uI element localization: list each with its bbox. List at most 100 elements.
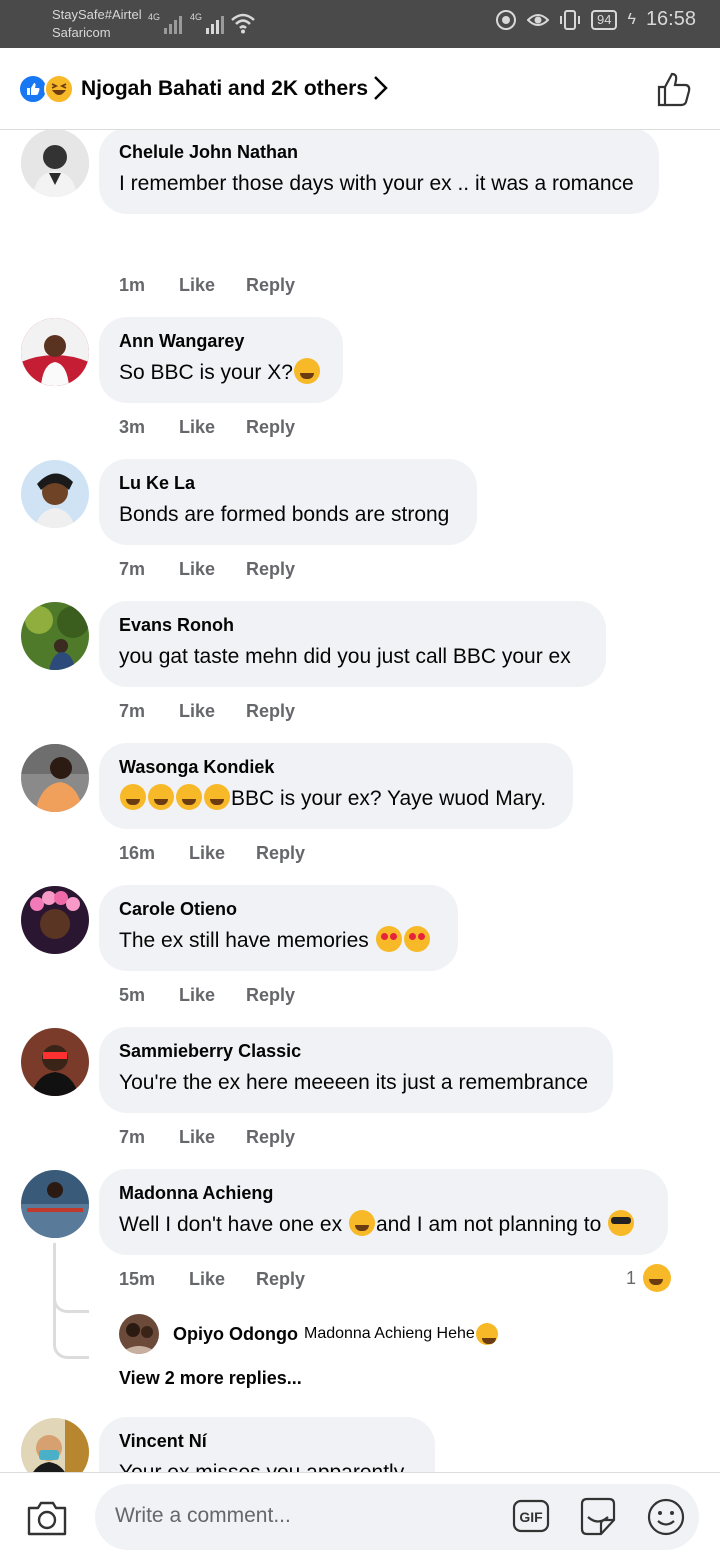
haha-reaction-icon xyxy=(643,1264,671,1292)
comment-author[interactable]: Vincent Ní xyxy=(119,1429,415,1453)
comment-bubble[interactable]: Lu Ke La Bonds are formed bonds are stro… xyxy=(99,459,477,545)
signal-2-icon: 4G xyxy=(190,12,225,34)
comment-input-placeholder[interactable]: Write a comment... xyxy=(115,1504,291,1528)
reaction-count[interactable]: 1 xyxy=(626,1264,672,1292)
comment-actions: 7m Like Reply xyxy=(119,1125,295,1149)
comments-sheet: Njogah Bahati and 2K others Chelule John… xyxy=(0,48,720,1560)
comment-time: 15m xyxy=(119,1269,156,1289)
rolling-laughing-emoji-icon xyxy=(120,784,146,810)
network-type-2: 4G xyxy=(190,12,203,22)
comment-time: 5m xyxy=(119,985,146,1005)
comment-bubble[interactable]: Evans Ronoh you gat taste mehn did you j… xyxy=(99,601,606,687)
reply-button[interactable]: Reply xyxy=(246,415,295,439)
view-more-replies-link[interactable]: View 2 more replies... xyxy=(119,1368,302,1389)
haha-reaction-icon xyxy=(44,74,74,104)
camera-icon[interactable] xyxy=(26,1499,68,1537)
like-button[interactable]: Like xyxy=(179,273,246,297)
reply-author[interactable]: Opiyo Odongo xyxy=(173,1324,298,1345)
reply-button[interactable]: Reply xyxy=(246,557,295,581)
comment-composer: Write a comment... GIF xyxy=(0,1472,720,1560)
reply-button[interactable]: Reply xyxy=(256,1267,305,1291)
grinning-sweat-emoji-icon xyxy=(204,784,230,810)
comment-bubble[interactable]: Ann Wangarey So BBC is your X? xyxy=(99,317,343,403)
comment-author[interactable]: Ann Wangarey xyxy=(119,329,323,353)
reply-button[interactable]: Reply xyxy=(246,983,295,1007)
comment-author[interactable]: Wasonga Kondiek xyxy=(119,755,553,779)
comment-text: So BBC is your X? xyxy=(119,361,293,384)
like-button[interactable]: Like xyxy=(179,557,246,581)
sunglasses-emoji-icon xyxy=(608,1210,635,1236)
gif-label: GIF xyxy=(519,1509,543,1525)
emoji-picker-icon[interactable] xyxy=(645,1496,687,1538)
comment-text-continued: and I am not planning to xyxy=(375,1213,608,1236)
comment-text: The ex still have memories xyxy=(119,929,375,952)
vibrate-icon xyxy=(560,9,580,30)
comment-text: BBC is your ex? Yaye wuod Mary. xyxy=(231,787,547,810)
carrier-1: StaySafe#Airtel xyxy=(52,7,142,22)
winking-tongue-emoji-icon xyxy=(293,358,320,384)
comment-author[interactable]: Lu Ke La xyxy=(119,471,457,495)
comment-author[interactable]: Sammieberry Classic xyxy=(119,1039,593,1063)
chevron-right-icon[interactable] xyxy=(366,74,394,102)
sticker-icon[interactable] xyxy=(577,1496,619,1538)
reply-avatar[interactable] xyxy=(119,1314,159,1354)
rolling-laughing-emoji-icon xyxy=(148,784,174,810)
comment-text: Bonds are formed bonds are strong xyxy=(119,503,450,526)
avatar[interactable] xyxy=(21,1028,89,1096)
comment-author[interactable]: Chelule John Nathan xyxy=(119,140,639,164)
reply-button[interactable]: Reply xyxy=(246,273,295,297)
avatar[interactable] xyxy=(21,886,89,954)
avatar[interactable] xyxy=(21,1170,89,1238)
comment-text: you gat taste mehn did you just call BBC… xyxy=(119,645,571,668)
avatar[interactable] xyxy=(21,602,89,670)
like-button[interactable]: Like xyxy=(179,415,246,439)
comment-time: 7m xyxy=(119,701,146,721)
avatar[interactable] xyxy=(21,460,89,528)
like-button[interactable]: Like xyxy=(189,841,256,865)
avatar[interactable] xyxy=(21,744,89,812)
battery-level: 94 xyxy=(591,9,618,30)
like-button[interactable]: Like xyxy=(189,1267,256,1291)
clock: 16:58 xyxy=(645,8,696,30)
reply-item[interactable]: Opiyo Odongo Madonna Achieng Hehe xyxy=(119,1314,499,1354)
reply-button[interactable]: Reply xyxy=(256,841,305,865)
comment-bubble[interactable]: Madonna Achieng Well I don't have one ex… xyxy=(99,1169,668,1255)
avatar[interactable] xyxy=(21,318,89,386)
comment-actions: 3m Like Reply xyxy=(119,415,295,439)
reaction-count-value: 1 xyxy=(625,1267,636,1288)
avatar[interactable] xyxy=(21,129,89,197)
comment-author[interactable]: Carole Otieno xyxy=(119,897,438,921)
comment-bubble[interactable]: Sammieberry Classic You're the ex here m… xyxy=(99,1027,613,1113)
like-button[interactable]: Like xyxy=(179,699,246,723)
signal-1-icon: 4G xyxy=(148,12,183,34)
comment-text: You're the ex here meeeen its just a rem… xyxy=(119,1071,588,1094)
comment-bubble[interactable]: Carole Otieno The ex still have memories xyxy=(99,885,458,971)
comment-time: 7m xyxy=(119,1127,146,1147)
like-button[interactable]: Like xyxy=(179,983,246,1007)
reactors-summary[interactable]: Njogah Bahati and 2K others xyxy=(81,75,368,103)
comment-author[interactable]: Madonna Achieng xyxy=(119,1181,648,1205)
charging-icon: ϟ xyxy=(627,10,636,28)
smiling-emoji-icon xyxy=(475,1323,498,1345)
comment-time: 1m xyxy=(119,275,146,295)
comment-actions: 7m Like Reply xyxy=(119,699,295,723)
thread-line xyxy=(53,1243,89,1359)
gif-icon[interactable]: GIF xyxy=(512,1498,550,1534)
wifi-icon xyxy=(231,13,255,34)
system-tray: 94 ϟ 16:58 xyxy=(495,8,696,31)
like-button[interactable]: Like xyxy=(179,1125,246,1149)
reactions-header[interactable]: Njogah Bahati and 2K others xyxy=(0,48,720,130)
comment-bubble[interactable]: Wasonga Kondiek BBC is your ex? Yaye wuo… xyxy=(99,743,573,829)
like-outline-icon[interactable] xyxy=(654,70,694,110)
rolling-laughing-emoji-icon xyxy=(176,784,202,810)
comment-bubble[interactable]: Chelule John Nathan I remember those day… xyxy=(99,128,659,214)
comment-author[interactable]: Evans Ronoh xyxy=(119,613,586,637)
smiling-emoji-icon xyxy=(348,1210,375,1236)
data-saver-icon xyxy=(496,9,516,30)
comment-input[interactable]: Write a comment... GIF xyxy=(95,1484,699,1550)
eye-comfort-icon xyxy=(527,13,549,26)
reply-button[interactable]: Reply xyxy=(246,1125,295,1149)
comment-actions: 5m Like Reply xyxy=(119,983,295,1007)
reply-button[interactable]: Reply xyxy=(246,699,295,723)
comment-actions: 7m Like Reply xyxy=(119,557,295,581)
